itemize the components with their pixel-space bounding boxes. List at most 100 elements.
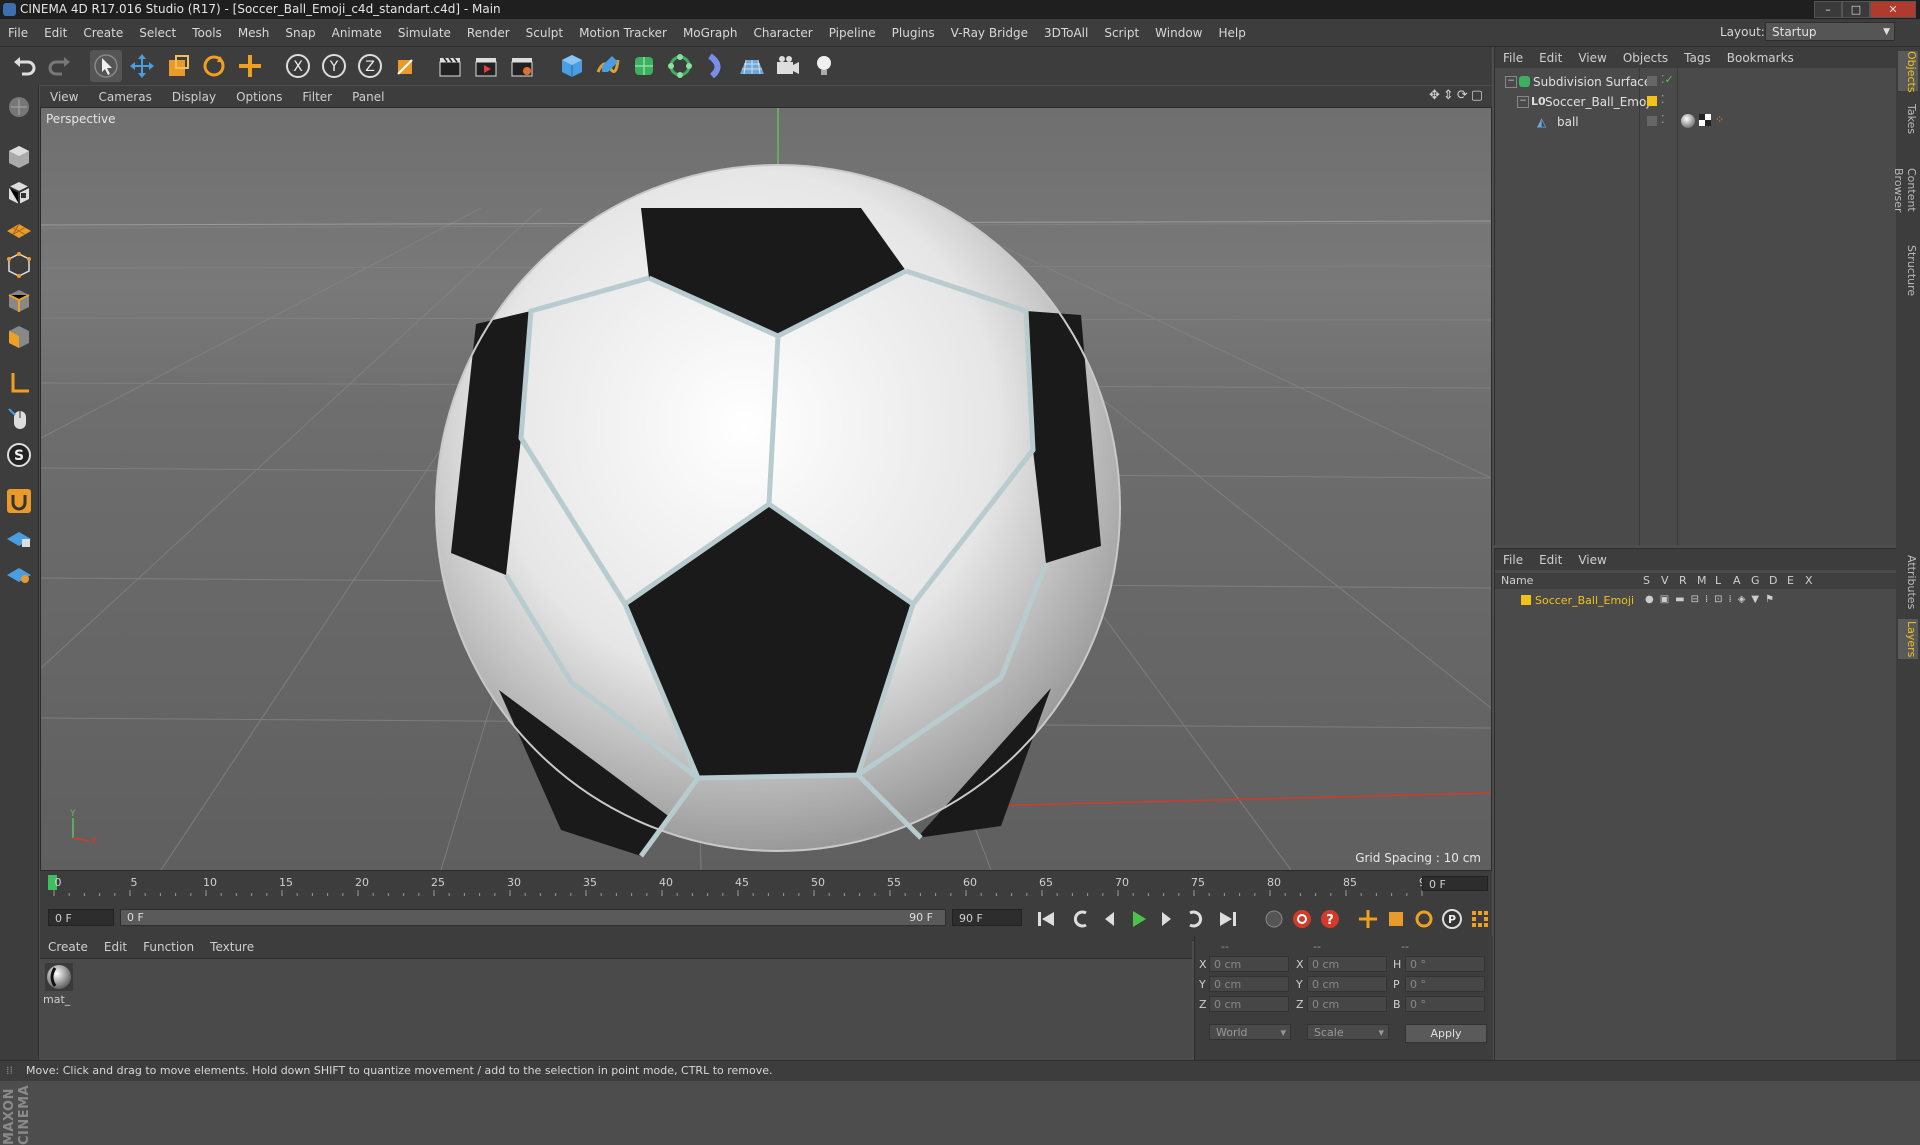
x-axis-lock[interactable]: X: [282, 50, 314, 82]
phong-tag-icon[interactable]: ⁘: [1715, 113, 1724, 126]
object-row-soccer-ball-emoji[interactable]: − L0 Soccer_Ball_Emoji ⁚: [1495, 92, 1897, 112]
layer-menu-file[interactable]: File: [1495, 553, 1531, 567]
material-menu-function[interactable]: Function: [135, 940, 202, 954]
maximize-button[interactable]: □: [1842, 1, 1870, 18]
layer-name[interactable]: Soccer_Ball_Emoji: [1535, 594, 1634, 607]
material-menu-texture[interactable]: Texture: [202, 940, 262, 954]
minimize-button[interactable]: –: [1814, 1, 1842, 18]
viewport-navigation-controls[interactable]: ✥⇕⟳▢: [1429, 88, 1486, 103]
menu-window[interactable]: Window: [1147, 26, 1210, 40]
rotation-h-field[interactable]: 0 °: [1405, 956, 1485, 972]
previous-key-button[interactable]: [1070, 907, 1094, 931]
menu-motion-tracker[interactable]: Motion Tracker: [571, 26, 675, 40]
menu-create[interactable]: Create: [75, 26, 131, 40]
scale-tool[interactable]: [162, 50, 194, 82]
snap-button[interactable]: S: [3, 439, 35, 471]
menu-v-ray-bridge[interactable]: V-Ray Bridge: [943, 26, 1036, 40]
key-position-button[interactable]: [1356, 907, 1380, 931]
object-menu-view[interactable]: View: [1570, 51, 1614, 65]
menu-mograph[interactable]: MoGraph: [675, 26, 746, 40]
render-settings-button[interactable]: [506, 50, 538, 82]
position-z-field[interactable]: 0 cm: [1209, 996, 1289, 1012]
current-frame-field[interactable]: 0 F: [1422, 876, 1488, 891]
tab-takes[interactable]: Takes: [1898, 101, 1918, 137]
layout-select[interactable]: Startup ▼: [1765, 22, 1895, 41]
object-menu-tags[interactable]: Tags: [1676, 51, 1719, 65]
object-row-ball[interactable]: ◭ ball ⁚ ⁘: [1495, 112, 1897, 132]
material-swatch-icon[interactable]: [45, 963, 73, 991]
viewport-menu-display[interactable]: Display: [162, 90, 226, 104]
collapse-toggle-icon[interactable]: −: [1505, 76, 1517, 88]
tab-structure[interactable]: Structure: [1898, 243, 1918, 299]
y-axis-lock[interactable]: Y: [318, 50, 350, 82]
menu-help[interactable]: Help: [1210, 26, 1253, 40]
material-name[interactable]: mat_: [43, 993, 70, 1006]
record-position-button[interactable]: [1262, 907, 1286, 931]
layer-color-swatch[interactable]: [1521, 595, 1531, 605]
next-frame-button[interactable]: [1154, 907, 1178, 931]
record-button[interactable]: [1290, 907, 1314, 931]
coordinate-system-button[interactable]: [390, 50, 422, 82]
material-menu-create[interactable]: Create: [40, 940, 96, 954]
polygons-mode-button[interactable]: [3, 321, 35, 353]
viewport-menu-filter[interactable]: Filter: [292, 90, 342, 104]
add-array-button[interactable]: [664, 50, 696, 82]
layer-menu-edit[interactable]: Edit: [1531, 553, 1570, 567]
add-cube-button[interactable]: [556, 50, 588, 82]
add-camera-button[interactable]: [772, 50, 804, 82]
go-to-start-button[interactable]: [1034, 907, 1058, 931]
tab-attributes[interactable]: Attributes: [1898, 552, 1918, 612]
menu-3dtoall[interactable]: 3DToAll: [1036, 26, 1096, 40]
enabled-check-icon[interactable]: ⁚✓: [1661, 73, 1674, 86]
viewport-menu-view[interactable]: View: [40, 90, 88, 104]
menu-mesh[interactable]: Mesh: [230, 26, 278, 40]
layer-color-icon[interactable]: [1647, 76, 1657, 86]
tab-objects[interactable]: Objects: [1898, 51, 1918, 93]
rotate-tool[interactable]: [198, 50, 230, 82]
menu-pipeline[interactable]: Pipeline: [821, 26, 884, 40]
next-key-button[interactable]: [1182, 907, 1206, 931]
play-button[interactable]: [1126, 907, 1150, 931]
undo-button[interactable]: [8, 50, 40, 82]
position-y-field[interactable]: 0 cm: [1209, 976, 1289, 992]
z-axis-lock[interactable]: Z: [354, 50, 386, 82]
menu-simulate[interactable]: Simulate: [390, 26, 459, 40]
layer-color-icon[interactable]: [1647, 96, 1657, 106]
tab-content-browser[interactable]: Content Browser: [1892, 145, 1918, 235]
menu-script[interactable]: Script: [1096, 26, 1147, 40]
object-name[interactable]: Soccer_Ball_Emoji: [1545, 95, 1653, 109]
material-menu-edit[interactable]: Edit: [96, 940, 135, 954]
rotation-p-field[interactable]: 0 °: [1405, 976, 1485, 992]
menu-tools[interactable]: Tools: [184, 26, 230, 40]
add-spline-button[interactable]: [592, 50, 624, 82]
menu-character[interactable]: Character: [745, 26, 820, 40]
points-mode-button[interactable]: [3, 249, 35, 281]
menu-sculpt[interactable]: Sculpt: [518, 26, 571, 40]
menu-animate[interactable]: Animate: [324, 26, 390, 40]
redo-button[interactable]: [44, 50, 76, 82]
preview-range-slider[interactable]: 0 F 90 F: [120, 909, 946, 926]
lock-workplane-button[interactable]: [3, 521, 35, 553]
edges-mode-button[interactable]: [3, 285, 35, 317]
size-x-field[interactable]: 0 cm: [1307, 956, 1387, 972]
layer-color-icon[interactable]: [1647, 116, 1657, 126]
render-to-picture-viewer-button[interactable]: [470, 50, 502, 82]
planar-workplane-button[interactable]: [3, 557, 35, 589]
size-mode-select[interactable]: Scale ▾: [1307, 1024, 1389, 1040]
layer-row[interactable]: Soccer_Ball_Emoji ●▣▬⊟⁞⊡⁞◈▼⚑: [1495, 591, 1897, 611]
texture-tag-icon[interactable]: [1699, 114, 1711, 126]
live-selection-tool[interactable]: [90, 50, 122, 82]
position-x-field[interactable]: 0 cm: [1209, 956, 1289, 972]
viewport-menu-options[interactable]: Options: [226, 90, 292, 104]
model-mode-button[interactable]: [3, 141, 35, 173]
menu-snap[interactable]: Snap: [277, 26, 323, 40]
go-to-end-button[interactable]: [1216, 907, 1240, 931]
axis-mode-button[interactable]: [3, 367, 35, 399]
rotation-b-field[interactable]: 0 °: [1405, 996, 1485, 1012]
start-frame-field[interactable]: 0 F: [48, 909, 114, 926]
visibility-dots-icon[interactable]: ⁚: [1661, 113, 1665, 126]
close-button[interactable]: ✕: [1870, 1, 1916, 18]
tweak-mode-button[interactable]: [3, 403, 35, 435]
menu-edit[interactable]: Edit: [36, 26, 75, 40]
magnet-button[interactable]: [3, 485, 35, 517]
